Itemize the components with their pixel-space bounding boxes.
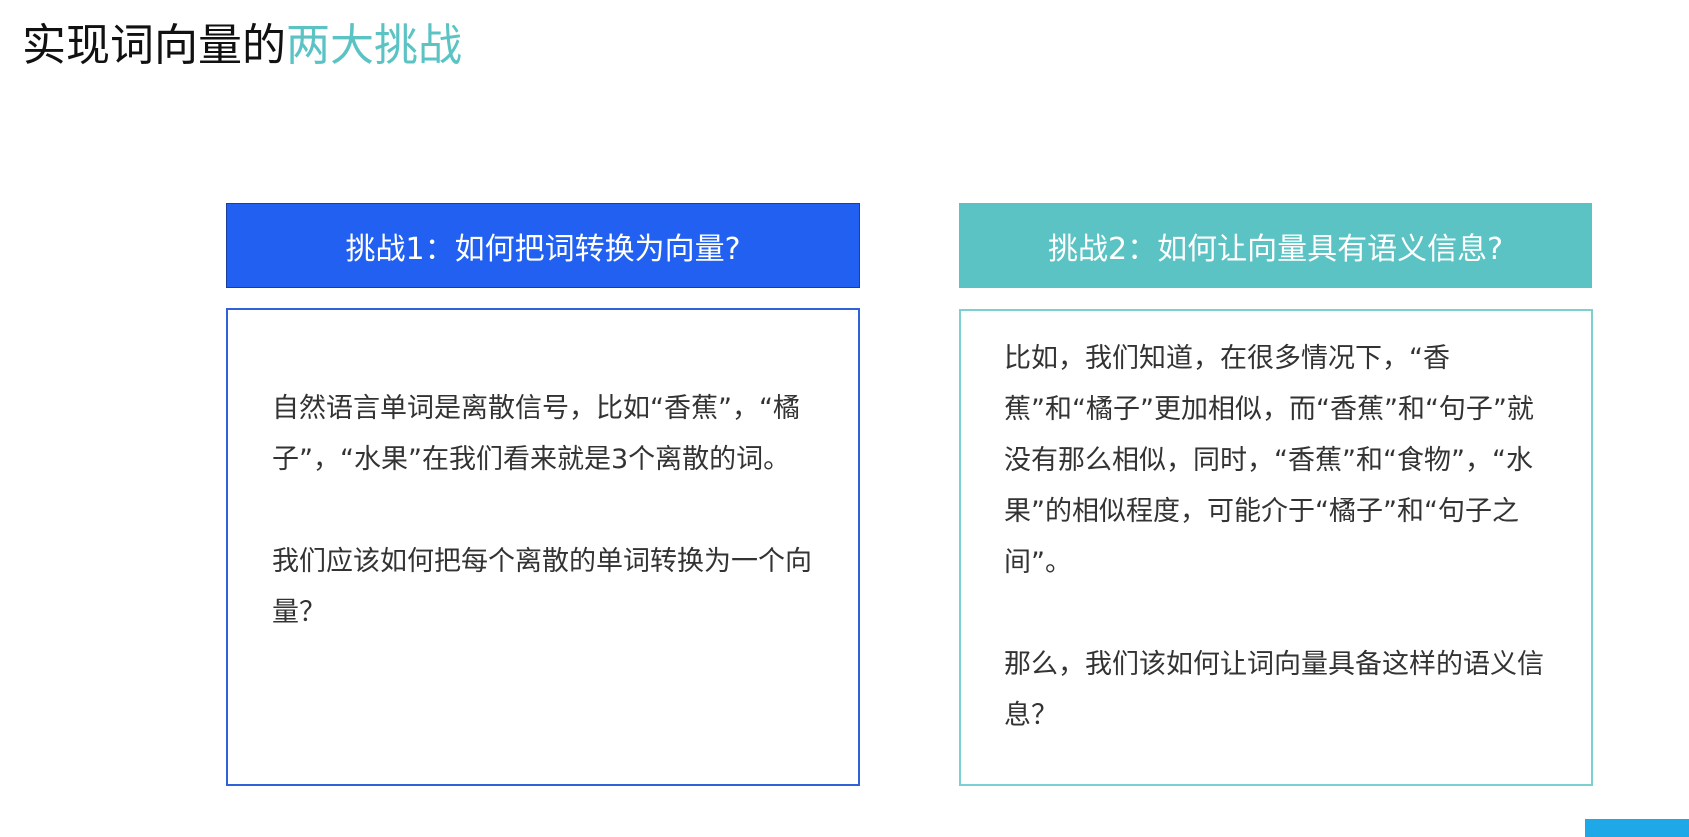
challenge2-paragraph-1: 比如，我们知道，在很多情况下，“香蕉”和“橘子”更加相似，而“香蕉”和“句子”就…: [1004, 343, 1534, 578]
challenge1-header-text: 挑战1：如何把词转换为向量?: [345, 231, 741, 267]
challenge1-body: 自然语言单词是离散信号，比如“香蕉”，“橘子”，“水果”在我们看来就是3个离散的…: [226, 308, 860, 786]
challenge2-header: 挑战2：如何让向量具有语义信息?: [959, 203, 1592, 288]
challenge1-paragraph-2: 我们应该如何把每个离散的单词转换为一个向量？: [272, 546, 812, 628]
corner-decoration: [1585, 819, 1689, 837]
challenge2-body: 比如，我们知道，在很多情况下，“香蕉”和“橘子”更加相似，而“香蕉”和“句子”就…: [959, 309, 1593, 786]
challenge2-header-text: 挑战2：如何让向量具有语义信息?: [1047, 231, 1503, 267]
challenge2-paragraph-2: 那么，我们该如何让词向量具备这样的语义信息？: [1004, 649, 1544, 731]
title-accent: 两大挑战: [286, 20, 462, 71]
title-main: 实现词向量的: [22, 20, 286, 71]
slide-title: 实现词向量的两大挑战: [22, 18, 462, 74]
challenge1-paragraph-1: 自然语言单词是离散信号，比如“香蕉”，“橘子”，“水果”在我们看来就是3个离散的…: [272, 393, 800, 475]
challenge1-header: 挑战1：如何把词转换为向量?: [226, 203, 860, 288]
slide: 实现词向量的两大挑战 挑战1：如何把词转换为向量? 自然语言单词是离散信号，比如…: [0, 0, 1689, 837]
